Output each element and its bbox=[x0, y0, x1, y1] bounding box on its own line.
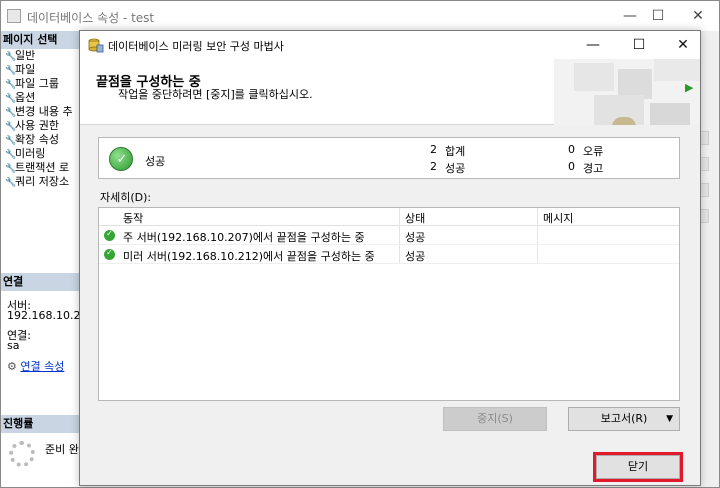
dialog-minimize-button[interactable]: — bbox=[570, 31, 616, 59]
dialog-maximize-button[interactable]: ☐ bbox=[616, 31, 662, 59]
column-header-status[interactable]: 상태 bbox=[405, 210, 425, 226]
status-summary-panel: ✓ 성공 2 합계 2 성공 0 오류 0 경고 bbox=[98, 137, 680, 179]
dialog-title: 데이터베이스 미러링 보안 구성 마법사 bbox=[108, 40, 284, 53]
wrench-icon: 🔧 bbox=[5, 122, 17, 132]
row-action: 미러 서버(192.168.10.212)에서 끝점을 구성하는 중 bbox=[123, 250, 375, 263]
page-item-permissions[interactable]: 🔧사용 권한 bbox=[5, 119, 80, 133]
page-item-options[interactable]: 🔧옵션 bbox=[5, 91, 80, 105]
page-item-log-shipping[interactable]: 🔧트랜잭션 로 bbox=[5, 161, 80, 175]
page-item-files[interactable]: 🔧파일 bbox=[5, 63, 80, 77]
background-close-button[interactable]: ✕ bbox=[683, 5, 713, 27]
mirroring-security-wizard-dialog: 데이터베이스 미러링 보안 구성 마법사 — ☐ ✕ 끝점을 구성하는 중 작업… bbox=[79, 30, 701, 486]
total-count: 2 bbox=[430, 143, 437, 156]
warning-count: 0 bbox=[568, 160, 575, 173]
banner-arrow-icon: ▶ bbox=[685, 81, 694, 94]
page-item-filegroups[interactable]: 🔧파일 그룹 bbox=[5, 77, 80, 91]
page-item-extended-properties[interactable]: 🔧확장 속성 bbox=[5, 133, 80, 147]
total-label: 합계 bbox=[445, 145, 466, 158]
connection-properties-link[interactable]: 연결 속성 bbox=[20, 360, 64, 373]
row-status: 성공 bbox=[405, 250, 426, 263]
details-table[interactable]: 동작 상태 메시지 ✓ 주 서버(192.168.10.207)에서 끝점을 구… bbox=[98, 207, 680, 401]
wizard-banner-graphic bbox=[554, 59, 700, 125]
dropdown-arrow-icon: ▼ bbox=[666, 414, 673, 424]
dialog-close-button[interactable]: ✕ bbox=[660, 31, 706, 59]
column-header-action[interactable]: 동작 bbox=[123, 210, 143, 226]
connection-header: 연결 bbox=[1, 273, 80, 291]
wrench-icon: 🔧 bbox=[5, 178, 17, 188]
stop-button[interactable]: 중지(S) bbox=[443, 407, 547, 431]
connection-properties: ⚙ 연결 속성 bbox=[7, 358, 64, 374]
error-label: 오류 bbox=[583, 145, 604, 158]
wrench-icon: 🔧 bbox=[5, 164, 17, 174]
wrench-icon: 🔧 bbox=[5, 136, 17, 146]
wrench-icon: 🔧 bbox=[5, 52, 17, 62]
success-label: 성공 bbox=[445, 162, 466, 175]
table-row[interactable]: ✓ 주 서버(192.168.10.207)에서 끝점을 구성하는 중 성공 bbox=[99, 226, 679, 245]
server-value: 192.168.10.207 bbox=[7, 309, 79, 322]
success-check-icon: ✓ bbox=[104, 248, 115, 260]
row-action: 주 서버(192.168.10.207)에서 끝점을 구성하는 중 bbox=[123, 231, 365, 244]
background-titlebar: 데이터베이스 속성 - test — ☐ ✕ bbox=[1, 1, 719, 31]
close-button-highlight bbox=[593, 452, 683, 482]
report-button-label: 보고서(R) bbox=[600, 412, 648, 425]
connection-value: sa bbox=[7, 339, 20, 352]
wrench-icon: 🔧 bbox=[5, 150, 17, 160]
error-count: 0 bbox=[568, 143, 575, 156]
background-maximize-button[interactable]: ☐ bbox=[643, 5, 673, 27]
page-select-panel: 페이지 선택 🔧일반 🔧파일 🔧파일 그룹 🔧옵션 🔧변경 내용 추 🔧사용 권… bbox=[1, 31, 80, 487]
database-wizard-icon bbox=[88, 38, 104, 53]
connection-properties-icon: ⚙ bbox=[7, 360, 17, 373]
wrench-icon: 🔧 bbox=[5, 94, 17, 104]
background-window-title: 데이터베이스 속성 - test bbox=[27, 11, 155, 25]
report-button[interactable]: 보고서(R) ▼ bbox=[568, 407, 680, 431]
table-row[interactable]: ✓ 미러 서버(192.168.10.212)에서 끝점을 구성하는 중 성공 bbox=[99, 245, 679, 264]
status-label: 성공 bbox=[145, 155, 166, 168]
page-item-change-tracking[interactable]: 🔧변경 내용 추 bbox=[5, 105, 80, 119]
wrench-icon: 🔧 bbox=[5, 66, 17, 76]
table-header: 동작 상태 메시지 bbox=[99, 208, 679, 226]
success-check-icon: ✓ bbox=[109, 147, 133, 171]
page-item-general[interactable]: 🔧일반 bbox=[5, 49, 80, 63]
progress-status: 준비 완 bbox=[45, 443, 79, 456]
progress-header: 진행률 bbox=[1, 415, 80, 433]
progress-spinner-icon bbox=[9, 441, 35, 467]
column-header-message[interactable]: 메시지 bbox=[543, 210, 573, 226]
database-properties-icon bbox=[7, 9, 21, 23]
page-select-header: 페이지 선택 bbox=[1, 31, 80, 49]
background-minimize-button[interactable]: — bbox=[615, 5, 645, 27]
wizard-step-subtitle: 작업을 중단하려면 [중지]를 클릭하십시오. bbox=[118, 88, 313, 101]
wrench-icon: 🔧 bbox=[5, 108, 17, 118]
page-item-query-store[interactable]: 🔧쿼리 저장소 bbox=[5, 175, 80, 189]
row-status: 성공 bbox=[405, 231, 426, 244]
wrench-icon: 🔧 bbox=[5, 80, 17, 90]
dialog-titlebar: 데이터베이스 미러링 보안 구성 마법사 — ☐ ✕ bbox=[80, 31, 700, 59]
page-item-mirroring[interactable]: 🔧미러링 bbox=[5, 147, 80, 161]
wizard-header: 끝점을 구성하는 중 작업을 중단하려면 [중지]를 클릭하십시오. ▶ bbox=[80, 59, 700, 125]
warning-label: 경고 bbox=[583, 162, 604, 175]
success-check-icon: ✓ bbox=[104, 229, 115, 241]
success-count: 2 bbox=[430, 160, 437, 173]
details-label: 자세히(D): bbox=[100, 191, 152, 204]
